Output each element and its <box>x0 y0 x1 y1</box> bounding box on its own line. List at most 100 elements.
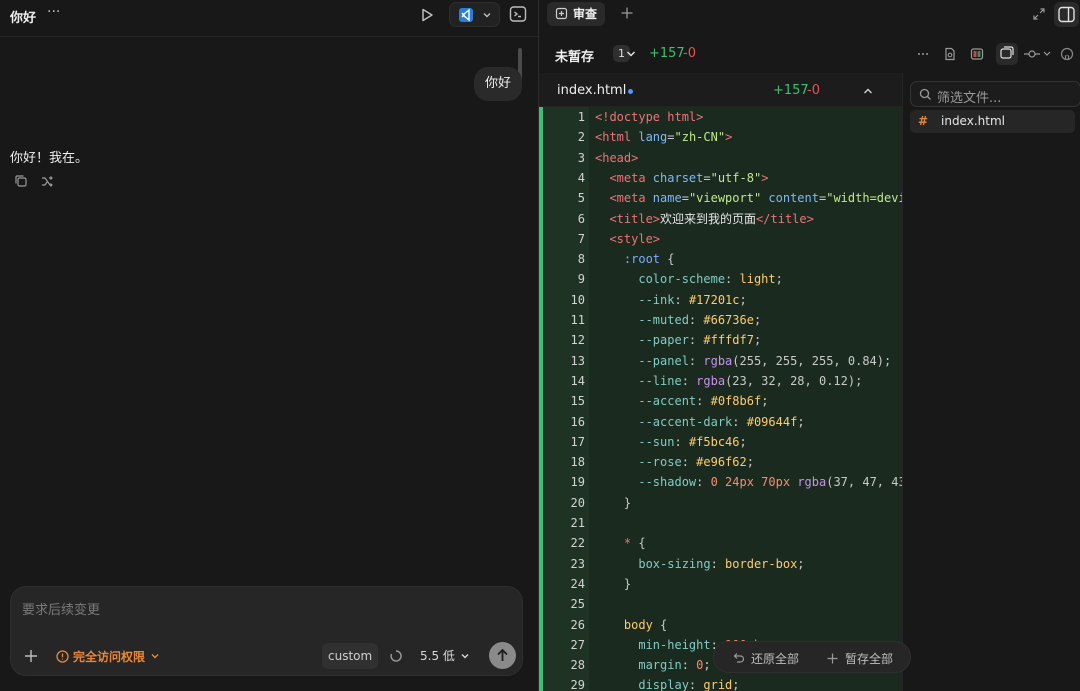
diff-file-header[interactable]: index.html +157 -0 <box>539 73 902 107</box>
code-token: "utf-8" <box>710 170 762 185</box>
code-line: 17 --sun: #f5bc46; <box>539 432 902 452</box>
code-line: 22 * { <box>539 533 902 553</box>
review-icon <box>555 7 568 20</box>
more-icon[interactable] <box>915 46 931 62</box>
diff-file-name: index.html <box>557 83 627 98</box>
code-line: 13 --panel: rgba(255, 255, 255, 0.84); <box>539 351 902 371</box>
plus-icon[interactable] <box>23 648 39 664</box>
code-line: 23 box-sizing: border-box; <box>539 554 902 574</box>
code-token: > <box>725 130 733 145</box>
code-token: : <box>696 394 711 409</box>
code-line: 10 --ink: #17201c; <box>539 290 902 310</box>
user-message: 你好 <box>474 67 523 101</box>
code-token: --ink <box>595 292 675 307</box>
code-text: :root { <box>595 249 675 269</box>
line-number: 20 <box>570 495 585 510</box>
code-token: "zh-CN" <box>674 130 726 145</box>
composer[interactable]: 要求后续变更 完全访问权限 custom 5.5 低 <box>10 586 523 676</box>
code-token: #66736e <box>703 313 754 327</box>
line-number: 13 <box>570 353 585 368</box>
plus-icon[interactable] <box>619 5 635 21</box>
code-token: <meta <box>595 191 653 206</box>
model-selector[interactable]: 5.5 低 <box>420 647 471 664</box>
commit-icon[interactable] <box>1023 46 1053 62</box>
code-text: body { <box>595 615 667 635</box>
code-token: { <box>631 536 646 551</box>
diff-view-icon[interactable] <box>969 46 985 62</box>
code-token: --sun <box>595 434 675 449</box>
code-token: ; <box>703 658 711 673</box>
code-token: ; <box>746 455 754 470</box>
chevron-up-icon[interactable] <box>861 84 875 98</box>
sidebar-icon[interactable] <box>1054 2 1079 27</box>
line-number: 26 <box>570 617 585 632</box>
code-token: <html <box>595 130 639 145</box>
github-icon[interactable] <box>1059 46 1075 62</box>
revert-all-label: 还原全部 <box>751 652 800 666</box>
stage-all-button[interactable]: 暂存全部 <box>826 650 893 667</box>
line-number: 2 <box>577 130 585 145</box>
line-number: 21 <box>570 516 585 530</box>
more-options-button[interactable]: ··· <box>47 5 65 23</box>
code-line: 12 --paper: #fffdf7; <box>539 330 902 350</box>
access-permission-label: 完全访问权限 <box>73 649 146 664</box>
file-list-item[interactable]: # index.html <box>910 110 1075 133</box>
split-view-icon[interactable] <box>996 43 1018 65</box>
tab-review[interactable]: 审查 <box>547 2 606 26</box>
terminal-icon[interactable] <box>508 4 528 24</box>
follow-up-input[interactable]: 要求后续变更 <box>22 599 100 618</box>
code-token: #09644f <box>746 414 798 429</box>
code-line: 20 } <box>539 493 902 513</box>
chevron-down-icon[interactable] <box>625 48 637 60</box>
code-text: <meta charset="utf-8"> <box>595 168 768 188</box>
code-token: : <box>725 272 740 287</box>
file-search-icon[interactable] <box>942 46 958 62</box>
code-token: grid <box>703 678 733 691</box>
code-token: : <box>674 434 689 449</box>
code-line: 1 <!doctype html> <box>539 107 902 127</box>
code-token: name <box>652 191 682 206</box>
code-token: <title> <box>595 211 661 226</box>
code-token: border-box <box>725 556 798 571</box>
code-token: : <box>688 353 704 368</box>
line-number: 9 <box>577 272 585 287</box>
code-text: } <box>595 576 632 591</box>
line-number: 22 <box>570 536 585 551</box>
file-list-panel: 筛选文件... # index.html <box>902 73 1080 691</box>
code-token: --line <box>595 373 682 388</box>
expand-icon[interactable] <box>1032 7 1046 21</box>
line-number: 17 <box>570 434 585 449</box>
code-line: 5 <meta name="viewport" content="width=d… <box>539 188 902 208</box>
code-diff[interactable]: 1 <!doctype html> 2 <html lang="zh-CN"> … <box>539 107 902 691</box>
code-line: 7 <style> <box>539 229 902 249</box>
code-text: --shadow: 0 24px 70px rgba(37, 47, 43, 0 <box>595 472 902 492</box>
code-line: 26 body { <box>539 615 902 635</box>
code-line: 15 --accent: #0f8b6f; <box>539 391 902 411</box>
search-icon <box>919 88 932 101</box>
chevron-down-icon <box>459 650 471 662</box>
code-token: ; <box>797 556 805 571</box>
filter-files-input[interactable]: 筛选文件... <box>910 81 1080 107</box>
line-number: 8 <box>577 252 585 267</box>
code-token: 欢迎来到我的页面 <box>660 211 757 226</box>
open-in-vscode-button[interactable] <box>449 2 500 27</box>
access-permission-button[interactable]: 完全访问权限 <box>56 647 161 665</box>
code-line: 24 } <box>539 574 902 594</box>
code-token: --rose <box>595 455 682 470</box>
custom-mode-chip[interactable]: custom <box>322 643 379 669</box>
vscode-icon <box>459 8 473 22</box>
filter-placeholder: 筛选文件... <box>937 91 1002 106</box>
code-line: 4 <meta charset="utf-8"> <box>539 168 902 188</box>
copy-icon[interactable] <box>14 174 28 188</box>
code-token: #0f8b6f <box>710 394 762 409</box>
revert-all-button[interactable]: 还原全部 <box>732 650 799 667</box>
branch-icon[interactable] <box>40 174 54 188</box>
line-number: 29 <box>570 678 585 691</box>
code-token: #fffdf7 <box>703 333 754 348</box>
diff-action-bar: 还原全部 暂存全部 <box>713 641 911 673</box>
send-button[interactable] <box>489 642 516 669</box>
code-token: : <box>710 556 726 571</box>
stage-all-label: 暂存全部 <box>845 652 894 666</box>
line-number: 15 <box>570 394 585 409</box>
play-icon[interactable] <box>418 6 436 24</box>
